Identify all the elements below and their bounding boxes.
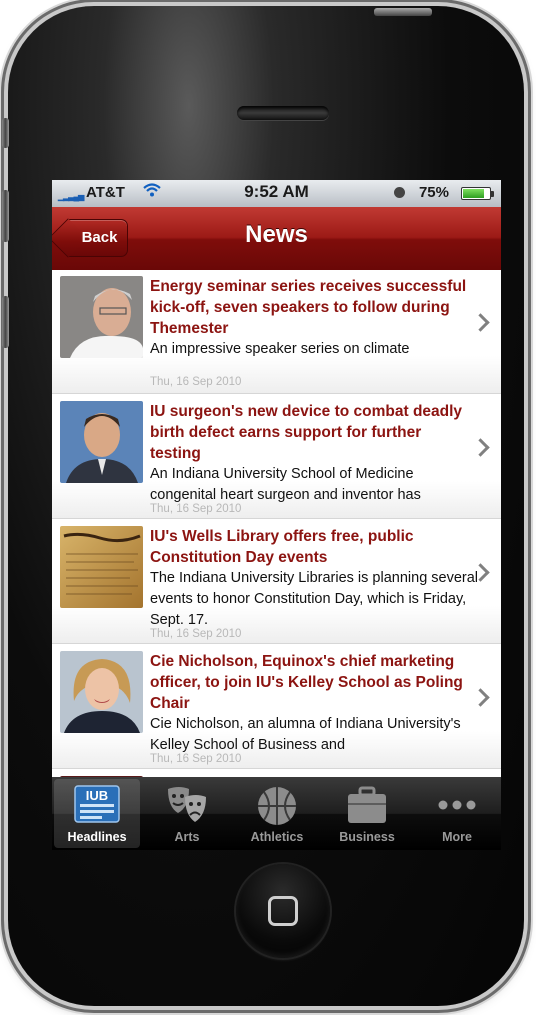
iub-newspaper-icon: IUB (74, 785, 120, 823)
volume-down-button (2, 296, 9, 348)
tab-label: Business (339, 830, 395, 844)
article-summary: An impressive speaker series on climate (150, 341, 410, 357)
article-headline: Energy seminar series receives successfu… (150, 278, 467, 337)
news-list[interactable]: Energy seminar series receives successfu… (52, 270, 501, 777)
tab-label: More (442, 830, 472, 844)
tab-label: Headlines (67, 830, 127, 844)
article-summary: Cie Nicholson, an alumna of Indiana Univ… (150, 716, 461, 753)
tab-bar: IUB Headlines Arts Athletics Business Mo… (52, 777, 501, 850)
earpiece-speaker (237, 106, 329, 120)
tab-headlines[interactable]: IUB Headlines (54, 779, 140, 848)
navigation-bar: Back News (52, 207, 501, 271)
svg-text:IUB: IUB (86, 788, 108, 803)
sleep-button (374, 8, 432, 16)
article-date: Thu, 16 Sep 2010 (150, 503, 242, 515)
news-item[interactable] (52, 770, 501, 777)
battery-icon (461, 187, 494, 200)
chevron-right-icon (471, 313, 490, 332)
article-headline: Cie Nicholson, Equinox's chief marketing… (150, 653, 463, 712)
mute-switch (2, 118, 9, 148)
theater-masks-icon (168, 787, 206, 822)
article-headline: IU's Wells Library offers free, public C… (150, 528, 414, 566)
phone-screen: ▁▂▃▄▅ AT&T 9:52 AM 75% Back News Energy … (52, 180, 501, 850)
more-dots-icon (438, 800, 476, 810)
article-date: Thu, 16 Sep 2010 (150, 628, 242, 640)
basketball-icon (258, 787, 296, 825)
volume-up-button (2, 190, 9, 242)
tab-more[interactable]: More (414, 779, 500, 848)
article-date: Thu, 16 Sep 2010 (150, 376, 242, 388)
page-title: News (245, 221, 308, 248)
tab-athletics[interactable]: Athletics (234, 779, 320, 848)
article-headline: IU surgeon's new device to combat deadly… (150, 403, 463, 462)
article-thumbnail (60, 526, 143, 608)
article-date: Thu, 16 Sep 2010 (150, 753, 242, 765)
home-button-square-icon (268, 896, 298, 926)
tab-label: Arts (174, 830, 200, 844)
news-item[interactable]: Energy seminar series receives successfu… (52, 270, 501, 394)
alarm-clock-icon (394, 187, 405, 198)
article-thumbnail (60, 276, 143, 358)
tab-label: Athletics (250, 830, 304, 844)
chevron-right-icon (471, 438, 490, 457)
tab-business[interactable]: Business (324, 779, 410, 848)
article-thumbnail (60, 651, 143, 733)
article-summary: An Indiana University School of Medicine… (150, 466, 421, 503)
briefcase-icon (348, 786, 386, 823)
battery-percent: 75% (418, 184, 449, 201)
article-thumbnail (60, 401, 143, 483)
status-bar: ▁▂▃▄▅ AT&T 9:52 AM 75% (52, 180, 501, 207)
news-item[interactable]: IU's Wells Library offers free, public C… (52, 520, 501, 644)
article-summary: The Indiana University Libraries is plan… (150, 570, 479, 628)
news-item[interactable]: Cie Nicholson, Equinox's chief marketing… (52, 645, 501, 769)
tab-arts[interactable]: Arts (144, 779, 230, 848)
chevron-right-icon (471, 688, 490, 707)
news-item[interactable]: IU surgeon's new device to combat deadly… (52, 395, 501, 519)
